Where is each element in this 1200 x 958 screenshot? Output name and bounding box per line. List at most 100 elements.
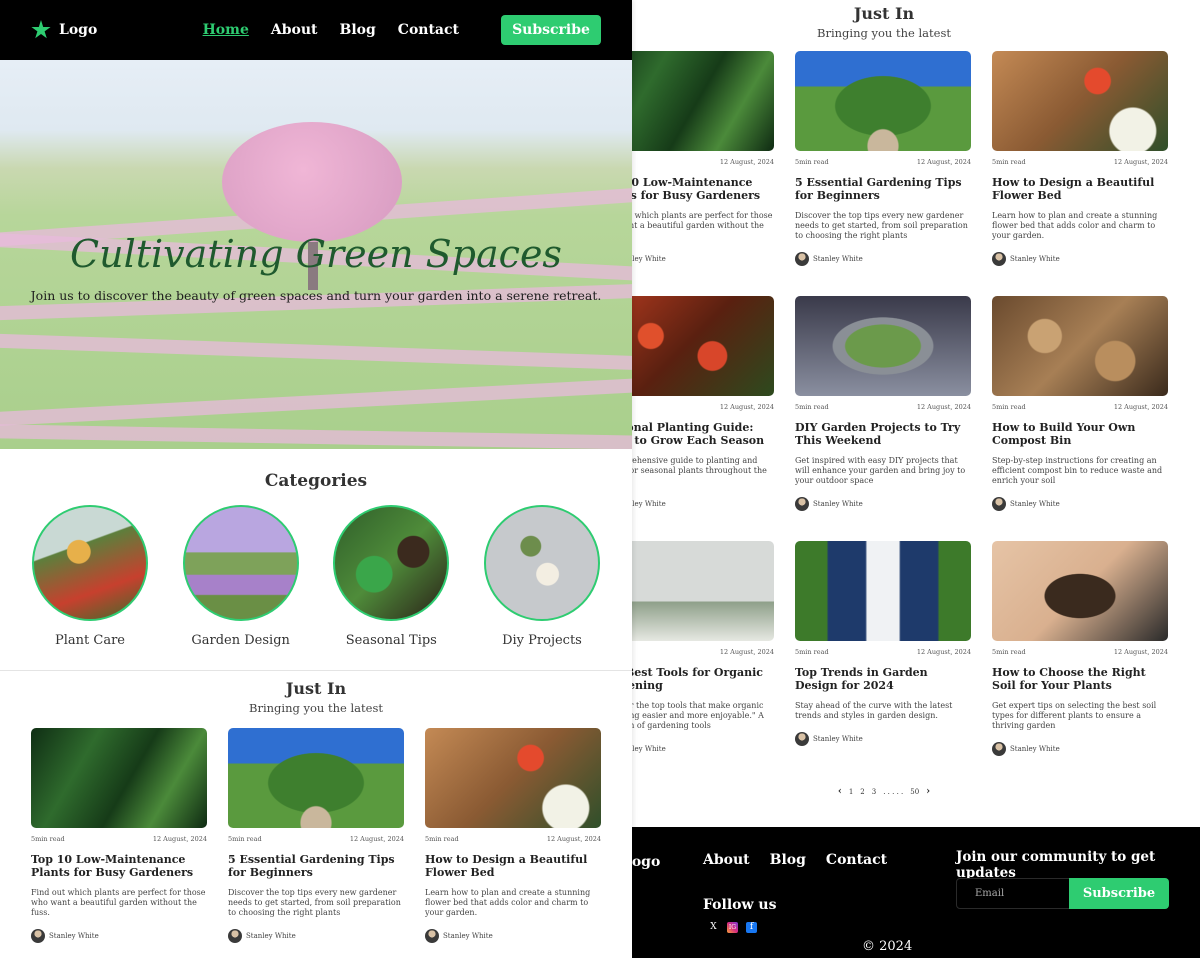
blog-card[interactable]: 5min read 12 August, 2024 5 Essential Gar… (228, 728, 404, 943)
blog-card-description: Find out which plants are perfect for th… (31, 888, 206, 917)
copyright-text: © 2024 (862, 939, 913, 954)
author-avatar (228, 929, 242, 943)
blog-card-image[interactable] (992, 51, 1168, 151)
blog-card-image[interactable] (31, 728, 207, 828)
post-date: 12 August, 2024 (719, 648, 774, 656)
prev-page-icon[interactable]: ‹ (838, 786, 842, 797)
logo-text: Logo (59, 22, 98, 38)
blog-card-title[interactable]: Seasonal Planting Guide: What to Grow Ea… (632, 421, 774, 447)
post-date: 12 August, 2024 (719, 403, 774, 411)
blog-card[interactable]: 5min read12 August, 2024 Top 10 Low-Main… (632, 51, 774, 266)
blog-card-title[interactable]: 5 Essential Gardening Tips for Beginners (795, 176, 971, 202)
blog-card[interactable]: 5min read 12 August, 2024 How to Build Yo… (992, 296, 1168, 511)
blog-card-title[interactable]: How to Choose the Right Soil for Your Pl… (992, 666, 1168, 692)
footer: Logo About Blog Contact Follow us X IG f… (632, 827, 1200, 958)
post-date: 12 August, 2024 (916, 403, 971, 411)
next-page-icon[interactable]: › (926, 786, 930, 797)
blog-page-view: Just In Bringing you the latest 5min rea… (632, 0, 1200, 958)
read-time: 5min read (795, 403, 829, 411)
blog-card[interactable]: 5min read 12 August, 2024 DIY Garden Proj… (795, 296, 971, 511)
blog-card-description: Learn how to plan and create a stunning … (992, 211, 1158, 240)
category-garden-design[interactable]: Garden Design (182, 505, 300, 648)
footer-logo[interactable]: Logo (632, 854, 660, 870)
blog-card-image[interactable] (992, 296, 1168, 396)
post-date: 12 August, 2024 (546, 835, 601, 843)
blog-card-description: Learn how to plan and create a stunning … (425, 888, 591, 917)
logo[interactable]: Logo (31, 20, 97, 40)
author-name: Stanley White (1010, 745, 1060, 753)
blog-row-2: 5min read 12 August, 2024 Seasonal Planti… (632, 296, 1168, 511)
author-avatar (795, 252, 809, 266)
page-link[interactable]: 1 (849, 788, 853, 796)
top-nav: Logo Home About Blog Contact Subscribe (0, 0, 632, 60)
blog-card-image[interactable] (632, 51, 774, 151)
blog-card[interactable]: 5min read 12 August, 2024 How to Design a… (992, 51, 1168, 266)
star-logo-icon (31, 20, 51, 39)
nav-home-link[interactable]: Home (203, 22, 249, 38)
categories-list: Plant Care Garden Design Seasonal Tips D… (0, 505, 632, 648)
blog-card-description: Stay ahead of the curve with the latest … (795, 701, 953, 720)
blog-card-title[interactable]: Top 10 Low-Maintenance Plants for Busy G… (31, 853, 207, 879)
post-date: 12 August, 2024 (916, 648, 971, 656)
blog-card-image[interactable] (992, 541, 1168, 641)
blog-card-description: Get inspired with easy DIY projects that… (795, 456, 966, 485)
facebook-icon[interactable]: f (746, 922, 757, 933)
post-date: 12 August, 2024 (719, 158, 774, 166)
blog-card-image[interactable] (632, 296, 774, 396)
author-avatar (425, 929, 439, 943)
read-time: 5min read (228, 835, 262, 843)
page-link[interactable]: 50 (910, 788, 919, 796)
blog-card-description: Discover the top tips every new gardener… (795, 211, 968, 240)
blog-card[interactable]: 5min read12 August, 2024 The Best Tools … (632, 541, 774, 756)
blog-card[interactable]: 5min read 12 August, 2024 How to Choose t… (992, 541, 1168, 756)
footer-blog-link[interactable]: Blog (770, 852, 806, 868)
blog-card[interactable]: 5min read 12 August, 2024 Top Trends in G… (795, 541, 971, 756)
category-label: Garden Design (191, 633, 290, 648)
author-name: Stanley White (246, 932, 296, 940)
category-plant-care[interactable]: Plant Care (31, 505, 149, 648)
blog-card-title[interactable]: Top Trends in Garden Design for 2024 (795, 666, 971, 692)
blog-card[interactable]: 5min read 12 August, 2024 5 Essential Gar… (795, 51, 971, 266)
nav-blog-link[interactable]: Blog (340, 22, 376, 38)
blog-card-image[interactable] (228, 728, 404, 828)
nav-about-link[interactable]: About (271, 22, 318, 38)
nav-contact-link[interactable]: Contact (398, 22, 459, 38)
blog-card-image[interactable] (795, 296, 971, 396)
read-time: 5min read (992, 403, 1026, 411)
author-avatar (992, 742, 1006, 756)
subscribe-button[interactable]: Subscribe (501, 15, 601, 45)
blog-card-title[interactable]: DIY Garden Projects to Try This Weekend (795, 421, 971, 447)
page-link[interactable]: 2 (860, 788, 864, 796)
blog-card[interactable]: 5min read 12 August, 2024 How to Design a… (425, 728, 601, 943)
read-time: 5min read (992, 158, 1026, 166)
category-label: Seasonal Tips (345, 633, 437, 648)
blog-card-title[interactable]: How to Build Your Own Compost Bin (992, 421, 1168, 447)
blog-card-image[interactable] (425, 728, 601, 828)
footer-subscribe-button[interactable]: Subscribe (1069, 878, 1169, 909)
x-icon[interactable]: X (708, 922, 719, 933)
category-label: Diy Projects (502, 633, 582, 648)
instagram-icon[interactable]: IG (727, 922, 738, 933)
author-avatar (795, 497, 809, 511)
blog-card-image[interactable] (795, 51, 971, 151)
footer-contact-link[interactable]: Contact (826, 852, 887, 868)
blog-card[interactable]: 5min read12 August, 2024 Top 10 Low-Main… (31, 728, 207, 943)
blog-card-description: Step-by-step instructions for creating a… (992, 456, 1163, 485)
category-seasonal-tips[interactable]: Seasonal Tips (332, 505, 450, 648)
page-link[interactable]: 3 (872, 788, 876, 796)
post-date: 12 August, 2024 (1113, 403, 1168, 411)
blog-card-image[interactable] (632, 541, 774, 641)
category-diy-projects[interactable]: Diy Projects (483, 505, 601, 648)
blog-card-description: Get expert tips on selecting the best so… (992, 701, 1157, 730)
blog-card-title[interactable]: How to Design a Beautiful Flower Bed (992, 176, 1168, 202)
blog-card-title[interactable]: Top 10 Low-Maintenance Plants for Busy G… (632, 176, 774, 202)
blog-card-title[interactable]: The Best Tools for Organic Gardening (632, 666, 774, 692)
blog-card-title[interactable]: How to Design a Beautiful Flower Bed (425, 853, 601, 879)
blog-card[interactable]: 5min read12 August, 2024 Seasonal Planti… (632, 296, 774, 511)
just-in-subtitle: Bringing you the latest (249, 701, 383, 715)
email-input[interactable]: Email (956, 878, 1070, 909)
blog-card-title[interactable]: 5 Essential Gardening Tips for Beginners (228, 853, 404, 879)
footer-about-link[interactable]: About (703, 852, 750, 868)
hero-title: Cultivating Green Spaces (70, 232, 562, 276)
blog-card-image[interactable] (795, 541, 971, 641)
